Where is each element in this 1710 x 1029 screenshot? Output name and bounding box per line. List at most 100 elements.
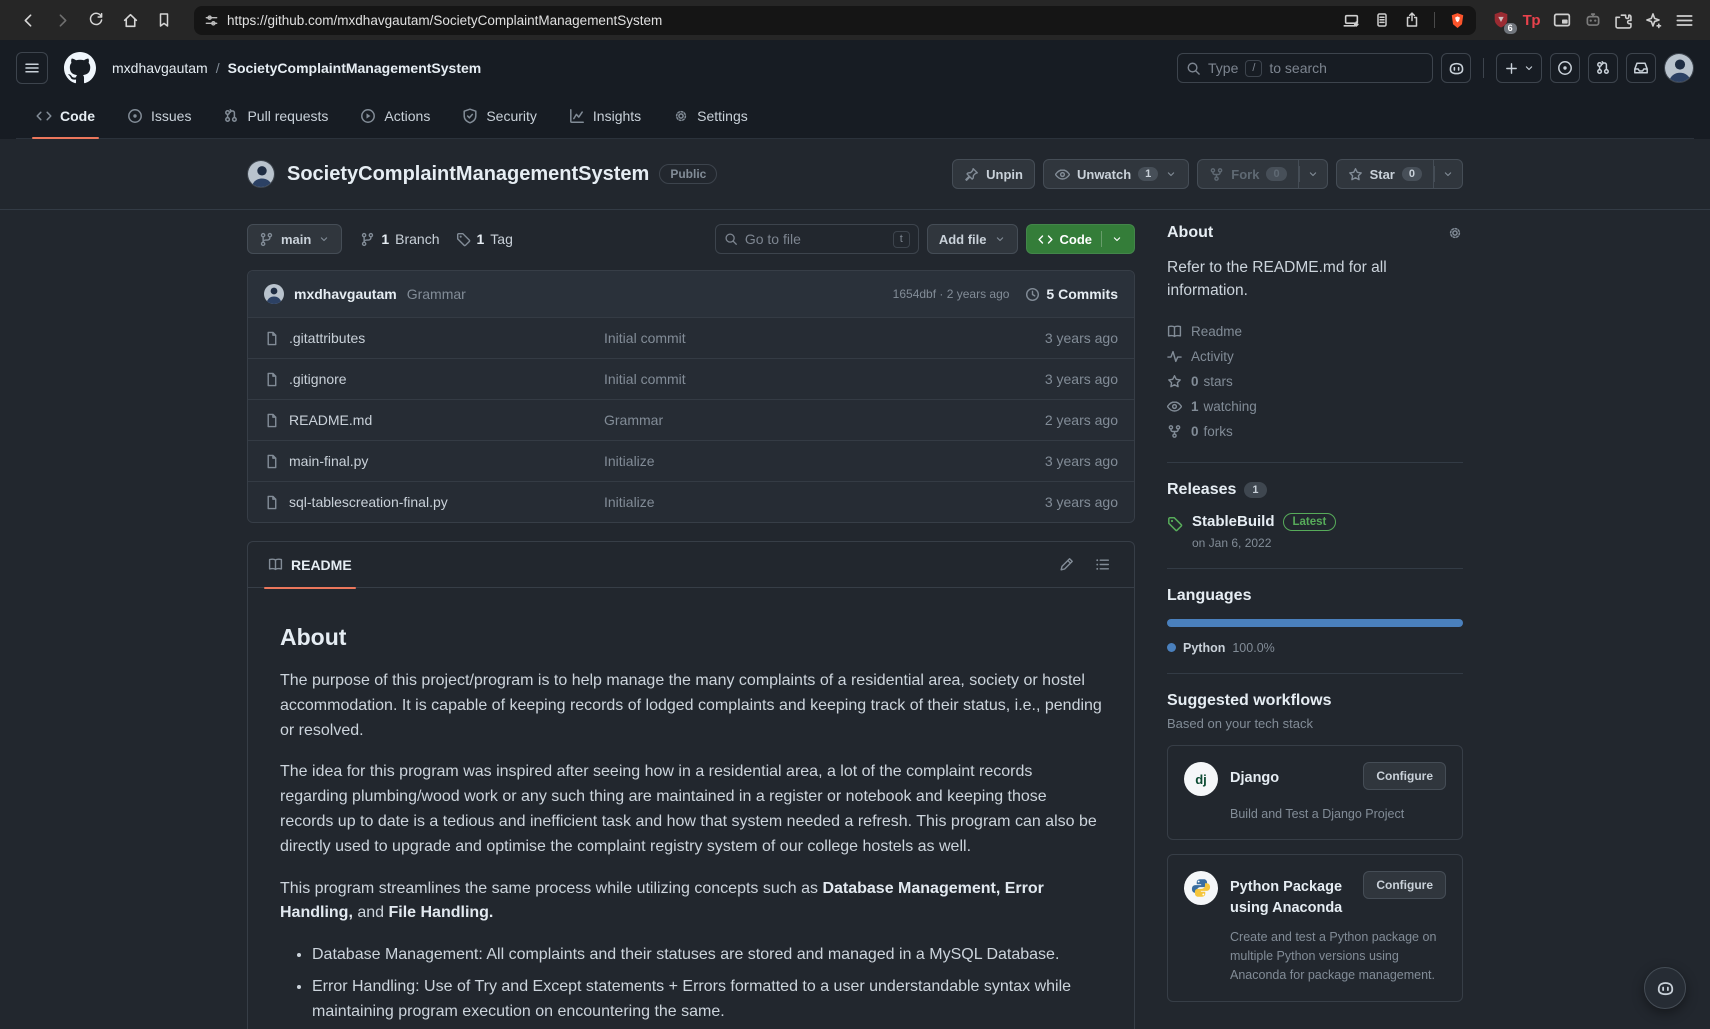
leo-ai-icon[interactable]: [1645, 12, 1662, 29]
tab-pull-requests[interactable]: Pull requests: [211, 94, 340, 138]
fork-button[interactable]: Fork 0: [1197, 159, 1298, 189]
site-settings-icon[interactable]: [204, 13, 219, 28]
tab-issues[interactable]: Issues: [115, 94, 203, 138]
browser-reload-button[interactable]: [82, 6, 110, 34]
file-name-link[interactable]: .gitignore: [289, 371, 347, 387]
configure-django-button[interactable]: Configure: [1363, 762, 1446, 790]
tab-actions[interactable]: Actions: [348, 94, 442, 138]
user-avatar[interactable]: [1664, 53, 1694, 83]
browser-forward-button[interactable]: [48, 6, 76, 34]
fork-count: 0: [1266, 167, 1286, 181]
commit-history-link[interactable]: 5 Commits: [1025, 286, 1118, 302]
tab-insights[interactable]: Insights: [557, 94, 653, 138]
create-new-button[interactable]: [1496, 53, 1542, 83]
copilot-button[interactable]: [1441, 53, 1471, 83]
issues-header-button[interactable]: [1550, 53, 1580, 83]
commit-message-link[interactable]: Grammar: [604, 412, 978, 428]
file-name-link[interactable]: .gitattributes: [289, 330, 365, 346]
tags-link[interactable]: 1Tag: [456, 231, 513, 247]
breadcrumb-repo[interactable]: SocietyComplaintManagementSystem: [228, 60, 482, 76]
commit-message-link[interactable]: Initialize: [604, 494, 978, 510]
activity-link[interactable]: Activity: [1167, 344, 1463, 369]
browser-back-button[interactable]: [14, 6, 42, 34]
inbox-button[interactable]: [1626, 53, 1656, 83]
edit-readme-button[interactable]: [1050, 549, 1082, 581]
configure-python-button[interactable]: Configure: [1363, 871, 1446, 899]
commit-message-link[interactable]: Initial commit: [604, 371, 978, 387]
browser-menu-icon[interactable]: [1675, 11, 1694, 30]
releases-section: Releases 1 StableBuild Latest on Jan 6, …: [1167, 481, 1463, 569]
commit-message-link[interactable]: Initialize: [604, 453, 978, 469]
tp-extension-icon[interactable]: Tp: [1523, 12, 1540, 29]
send-to-device-icon[interactable]: [1343, 12, 1360, 29]
add-file-button[interactable]: Add file: [927, 224, 1018, 254]
workflow-name[interactable]: Django: [1230, 762, 1351, 796]
readme-paragraph: The idea for this program was inspired a…: [280, 760, 1102, 859]
branch-selector[interactable]: main: [247, 224, 342, 254]
global-nav-menu-button[interactable]: [16, 52, 48, 84]
tab-settings[interactable]: Settings: [661, 94, 760, 138]
commit-sha-time[interactable]: 1654dbf · 2 years ago: [893, 287, 1010, 301]
readme-tab[interactable]: README: [256, 542, 364, 588]
edit-about-gear-icon[interactable]: [1447, 225, 1463, 241]
languages-title: Languages: [1167, 587, 1251, 605]
star-icon: [1348, 167, 1363, 182]
picture-in-picture-icon[interactable]: [1553, 11, 1571, 29]
reader-mode-icon[interactable]: [1374, 12, 1390, 28]
browser-bookmark-button[interactable]: [150, 6, 178, 34]
unpin-button[interactable]: Unpin: [952, 159, 1035, 189]
file-name-link[interactable]: sql-tablescreation-final.py: [289, 494, 448, 510]
copilot-floating-button[interactable]: [1644, 967, 1686, 1009]
file-name-link[interactable]: main-final.py: [289, 453, 368, 469]
commit-message-link[interactable]: Initial commit: [604, 330, 978, 346]
visibility-badge: Public: [659, 164, 717, 184]
readme-heading: About: [280, 624, 1102, 651]
extension-badge: 6: [1504, 23, 1517, 34]
privacy-extension-icon[interactable]: 6: [1492, 11, 1510, 29]
readme-outline-button[interactable]: [1086, 549, 1118, 581]
url-text[interactable]: https://github.com/mxdhavgautam/SocietyC…: [227, 13, 662, 28]
go-to-file-input[interactable]: Go to file t: [715, 224, 919, 254]
breadcrumb-owner[interactable]: mxdhavgautam: [112, 60, 208, 76]
github-header: mxdhavgautam / SocietyComplaintManagemen…: [0, 40, 1710, 139]
language-legend-item[interactable]: Python 100.0%: [1167, 641, 1463, 655]
owner-avatar[interactable]: [247, 160, 275, 188]
star-button[interactable]: Star 0: [1336, 159, 1434, 189]
latest-badge: Latest: [1283, 513, 1337, 531]
file-icon: [264, 413, 279, 428]
releases-title[interactable]: Releases: [1167, 481, 1236, 499]
tab-security[interactable]: Security: [450, 94, 549, 138]
latest-release[interactable]: StableBuild Latest on Jan 6, 2022: [1167, 513, 1463, 550]
branches-link[interactable]: 1Branch: [360, 231, 439, 247]
commit-author[interactable]: mxdhavgautam: [294, 286, 397, 302]
bot-extension-icon[interactable]: [1584, 11, 1602, 29]
brave-shields-icon[interactable]: [1449, 12, 1466, 29]
watching-link[interactable]: 1watching: [1167, 394, 1463, 419]
tab-code[interactable]: Code: [24, 94, 107, 138]
share-icon[interactable]: [1404, 12, 1420, 28]
star-dropdown-button[interactable]: [1434, 159, 1463, 189]
extensions-puzzle-icon[interactable]: [1615, 12, 1632, 29]
release-name[interactable]: StableBuild: [1192, 513, 1275, 530]
fork-dropdown-button[interactable]: [1299, 159, 1328, 189]
release-date: on Jan 6, 2022: [1192, 536, 1336, 550]
address-bar[interactable]: https://github.com/mxdhavgautam/SocietyC…: [194, 6, 1476, 35]
page-title[interactable]: SocietyComplaintManagementSystem: [287, 163, 649, 186]
pull-requests-header-button[interactable]: [1588, 53, 1618, 83]
commit-message[interactable]: Grammar: [407, 286, 466, 302]
language-dot: [1167, 643, 1176, 652]
language-bar[interactable]: [1167, 619, 1463, 627]
global-search-input[interactable]: Type / to search: [1177, 53, 1433, 83]
browser-home-button[interactable]: [116, 6, 144, 34]
github-logo[interactable]: [64, 52, 96, 84]
workflow-name[interactable]: Python Package using Anaconda: [1230, 871, 1351, 919]
divider: [1101, 231, 1102, 247]
readme-link[interactable]: Readme: [1167, 319, 1463, 344]
file-name-link[interactable]: README.md: [289, 412, 372, 428]
unwatch-button[interactable]: Unwatch 1: [1043, 159, 1189, 189]
commit-author-avatar[interactable]: [264, 284, 284, 304]
code-download-button[interactable]: Code: [1026, 224, 1136, 254]
workflow-card-python-anaconda: Python Package using Anaconda Configure …: [1167, 854, 1463, 1001]
stars-link[interactable]: 0stars: [1167, 369, 1463, 394]
forks-link[interactable]: 0forks: [1167, 419, 1463, 444]
